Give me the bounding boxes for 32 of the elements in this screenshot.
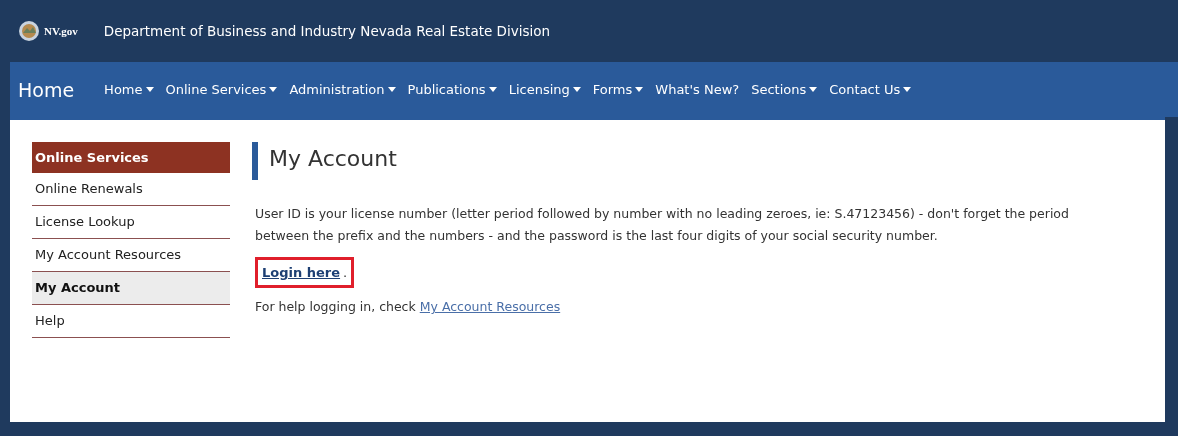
state-seal-icon	[18, 20, 40, 42]
sidebar-item[interactable]: Help	[32, 305, 230, 338]
caret-icon	[572, 87, 581, 92]
caret-icon	[488, 87, 497, 92]
nav-menu-item[interactable]: What's New?	[655, 82, 740, 97]
page-title: My Account	[252, 142, 1165, 180]
caret-icon	[903, 87, 912, 92]
nav-menu-item[interactable]: Online Services	[165, 82, 278, 97]
nav-menu-item[interactable]: Forms	[592, 82, 644, 97]
nav-menu-item[interactable]: Contact Us	[829, 82, 912, 97]
instructions-text: User ID is your license number (letter period followed by number with no leading zeroes, ie: S.47123456) - don't forget the period between the prefix and the numbers - and the password is the last four digits of your social security number.	[255, 205, 1070, 245]
caret-icon	[269, 87, 278, 92]
caret-icon	[635, 87, 644, 92]
sidebar-item[interactable]: License Lookup	[32, 206, 230, 239]
department-title: Department of Business and Industry Nevada Real Estate Division	[103, 23, 551, 39]
home-brand-link[interactable]: Home	[18, 78, 75, 101]
nav-menu-item[interactable]: Home	[104, 82, 154, 97]
site-logo-text[interactable]: NV.gov	[44, 25, 78, 37]
caret-icon	[387, 87, 396, 92]
sidebar-item[interactable]: My Account	[32, 272, 230, 305]
nav-menu-item[interactable]: Licensing	[508, 82, 581, 97]
nav-menu-item[interactable]: Publications	[407, 82, 497, 97]
account-resources-link[interactable]: My Account Resources	[419, 299, 561, 314]
sidebar-item[interactable]: Online Renewals	[32, 173, 230, 206]
caret-icon	[809, 87, 818, 92]
caret-icon	[145, 87, 154, 92]
help-text: For help logging in, check	[255, 299, 416, 314]
nav-menu-item[interactable]: Administration	[289, 82, 396, 97]
sidebar-heading: Online Services	[32, 142, 230, 173]
nav-menu-item[interactable]: Sections	[751, 82, 818, 97]
period-text: .	[343, 265, 348, 280]
login-link[interactable]: Login here	[262, 265, 341, 280]
